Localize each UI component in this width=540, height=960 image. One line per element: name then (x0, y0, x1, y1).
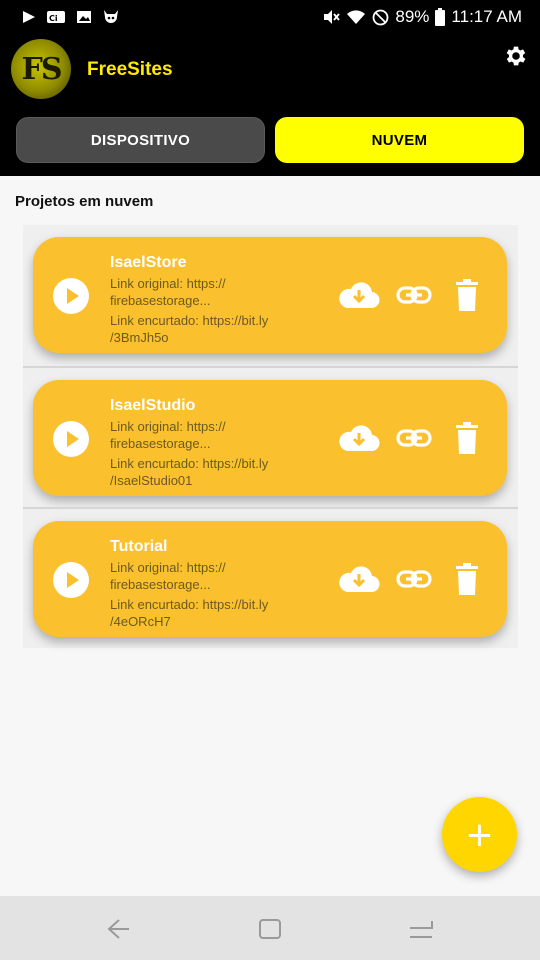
do-not-disturb-icon (372, 9, 389, 25)
app-title: FreeSites (87, 59, 173, 80)
trash-icon[interactable] (454, 422, 480, 454)
back-icon[interactable] (105, 917, 131, 941)
list-item: IsaelStore Link original: https://fireba… (23, 225, 518, 366)
project-name: IsaelStore (110, 254, 187, 271)
mute-icon (324, 10, 341, 24)
wifi-calling-icon: Ci (47, 11, 65, 23)
section-title: Projetos em nuvem (15, 193, 154, 210)
add-project-button[interactable]: + (442, 797, 517, 872)
project-list: IsaelStore Link original: https://fireba… (23, 225, 518, 648)
card-actions (338, 422, 480, 454)
app-logo: FS (11, 39, 71, 99)
project-card[interactable]: Tutorial Link original: https://firebase… (33, 521, 507, 637)
link-original: Link original: https://firebasestorage..… (110, 276, 226, 308)
link-short: Link encurtado: https://bit.ly/4eORcH7 (110, 597, 269, 629)
project-card[interactable]: IsaelStudio Link original: https://fireb… (33, 380, 507, 496)
logo-text: FS (21, 51, 63, 87)
tab-cloud[interactable]: NUVEM (275, 117, 524, 163)
battery-percent: 89% (395, 7, 430, 26)
list-item: Tutorial Link original: https://firebase… (23, 507, 518, 648)
cloud-download-icon[interactable] (338, 280, 380, 310)
home-icon[interactable] (258, 917, 282, 941)
card-actions (338, 279, 480, 311)
wifi-icon (347, 10, 366, 24)
project-info: IsaelStudio Link original: https://fireb… (110, 396, 310, 489)
cloud-download-icon[interactable] (338, 423, 380, 453)
project-card[interactable]: IsaelStore Link original: https://fireba… (33, 237, 507, 353)
link-original: Link original: https://firebasestorage..… (110, 419, 226, 451)
cloud-download-icon[interactable] (338, 564, 380, 594)
link-icon[interactable] (396, 569, 432, 589)
status-bar: Ci 89% 11:17 AM (0, 0, 540, 34)
system-nav-bar (0, 896, 540, 960)
play-store-icon (23, 11, 35, 23)
battery-icon (435, 8, 446, 26)
gear-icon[interactable] (503, 43, 529, 69)
play-icon[interactable] (53, 278, 89, 314)
svg-text:Ci: Ci (49, 14, 58, 23)
play-icon[interactable] (53, 562, 89, 598)
link-icon[interactable] (396, 428, 432, 448)
tab-device[interactable]: DISPOSITIVO (16, 117, 265, 163)
list-item: IsaelStudio Link original: https://fireb… (23, 366, 518, 507)
project-name: Tutorial (110, 538, 168, 555)
card-actions (338, 563, 480, 595)
project-info: IsaelStore Link original: https://fireba… (110, 253, 310, 346)
trash-icon[interactable] (454, 563, 480, 595)
project-info: Tutorial Link original: https://firebase… (110, 537, 310, 630)
recent-apps-icon[interactable] (408, 917, 434, 941)
devil-icon (104, 10, 118, 23)
clock: 11:17 AM (451, 7, 522, 26)
link-icon[interactable] (396, 285, 432, 305)
link-short: Link encurtado: https://bit.ly/IsaelStud… (110, 456, 269, 488)
link-short: Link encurtado: https://bit.ly/3BmJh5o (110, 313, 269, 345)
plus-icon: + (465, 814, 494, 855)
trash-icon[interactable] (454, 279, 480, 311)
app-header: FS FreeSites DISPOSITIVO NUVEM (0, 34, 540, 176)
play-icon[interactable] (53, 421, 89, 457)
link-original: Link original: https://firebasestorage..… (110, 560, 226, 592)
image-icon (77, 11, 91, 23)
project-name: IsaelStudio (110, 397, 196, 414)
